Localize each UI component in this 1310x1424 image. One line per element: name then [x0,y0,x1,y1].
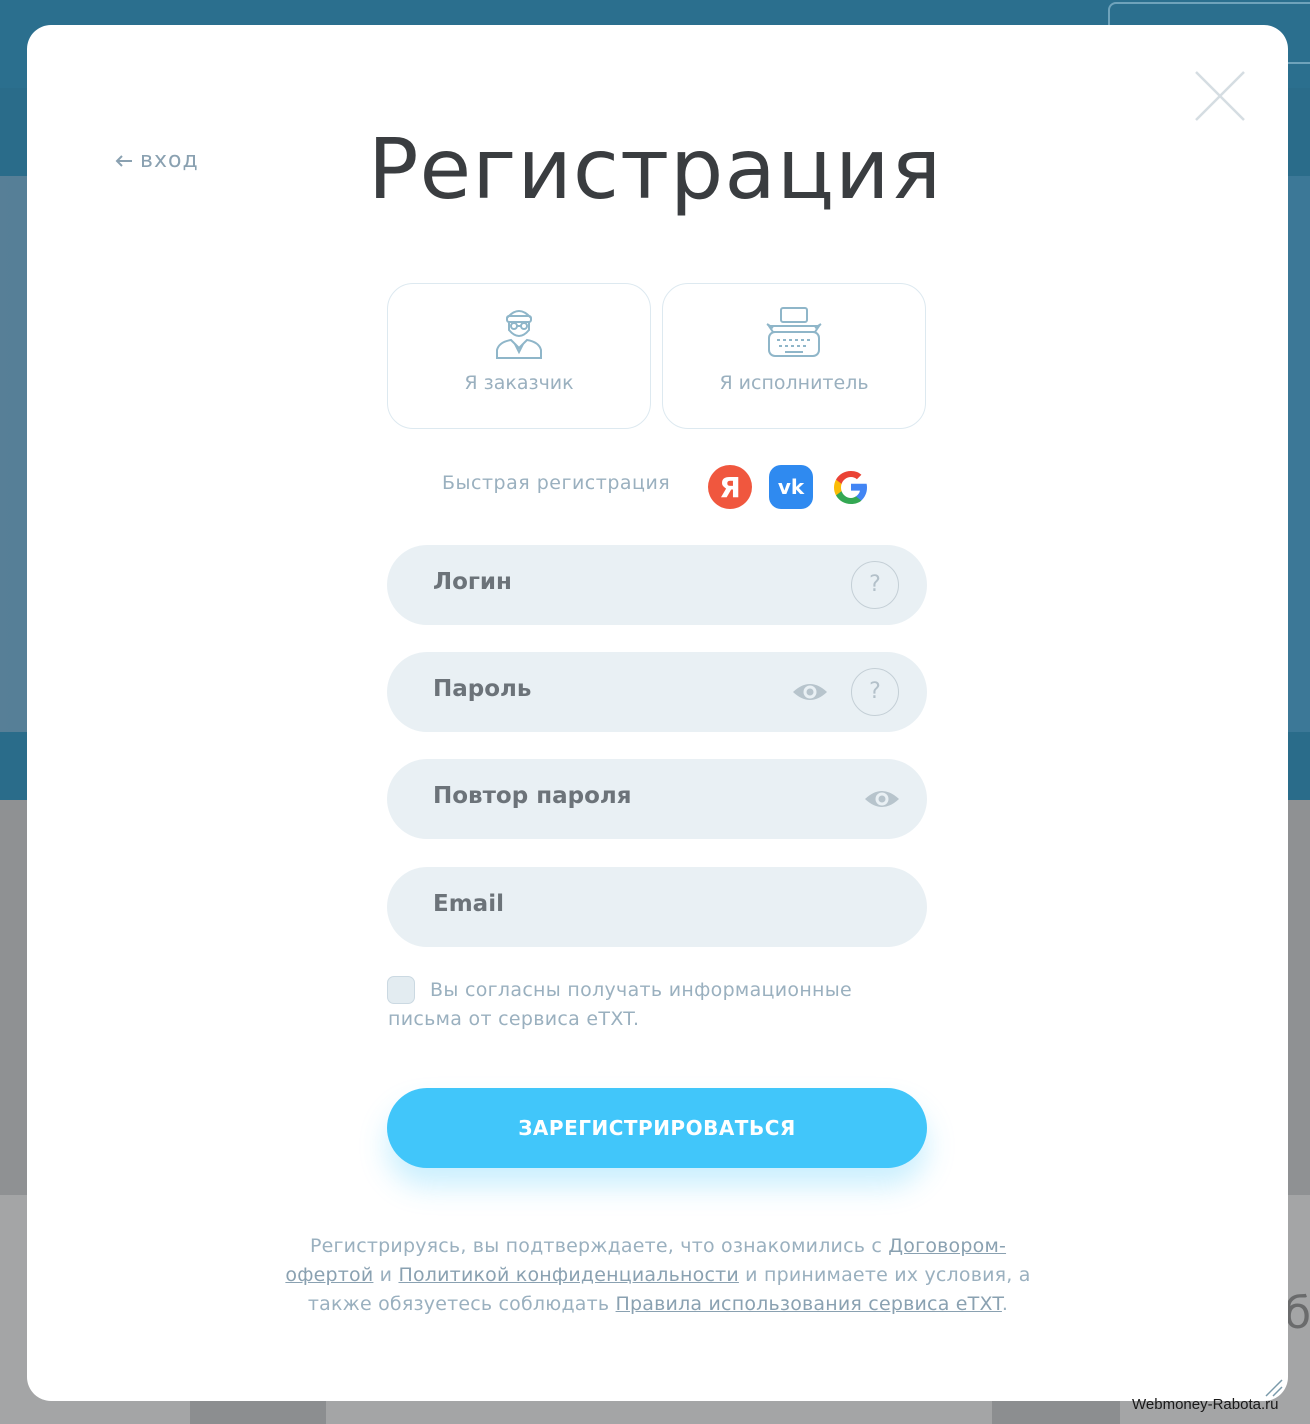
repeat-password-field[interactable]: Повтор пароля [387,759,927,839]
yandex-login-button[interactable]: Я [708,465,752,509]
role-client-card[interactable]: Я заказчик [387,283,651,429]
vk-icon: vk [777,475,805,499]
show-repeat-password-eye-icon[interactable] [863,785,901,813]
login-help-icon[interactable]: ? [851,561,899,609]
role-client-label: Я заказчик [464,372,574,394]
login-placeholder: Логин [433,569,512,595]
yandex-icon: Я [719,470,741,504]
newsletter-consent-text: Вы согласны получать информационные пись… [388,979,853,1030]
repeat-password-placeholder: Повтор пароля [433,783,632,809]
background-card [190,1400,326,1424]
page-title: Регистрация [367,120,943,218]
resize-grip-icon[interactable] [1262,1376,1284,1398]
quick-registration-label: Быстрая регистрация [442,472,671,494]
login-field[interactable]: Логин ? [387,545,927,625]
password-field[interactable]: Пароль ? [387,652,927,732]
newsletter-consent-checkbox[interactable] [387,976,415,1004]
terms-prefix: Регистрируясь, вы подтверждаете, что озн… [309,1235,889,1257]
password-help-icon[interactable]: ? [851,668,899,716]
show-password-eye-icon[interactable] [791,678,829,706]
privacy-policy-link[interactable]: Политикой конфиденциальности [398,1264,738,1286]
typewriter-icon [766,307,822,357]
password-placeholder: Пароль [433,676,532,702]
google-login-button[interactable] [829,465,873,509]
usage-rules-link[interactable]: Правила использования сервиса eTXT [616,1293,1002,1315]
role-performer-card[interactable]: Я исполнитель [662,283,926,429]
terms-and: и [373,1264,399,1286]
terms-suffix: . [1001,1293,1009,1315]
email-field[interactable]: Email [387,867,927,947]
vk-login-button[interactable]: vk [769,465,813,509]
terms-text: Регистрируясь, вы подтверждаете, что озн… [270,1232,1046,1319]
close-icon[interactable] [1190,66,1250,126]
register-button[interactable]: ЗАРЕГИСТРИРОВАТЬСЯ [387,1088,927,1168]
email-placeholder: Email [433,891,504,917]
watermark: Webmoney-Rabota.ru [1132,1396,1279,1413]
role-performer-label: Я исполнитель [719,372,869,394]
customer-person-icon [496,310,542,359]
background-card [992,1400,1120,1424]
google-icon [834,471,867,504]
